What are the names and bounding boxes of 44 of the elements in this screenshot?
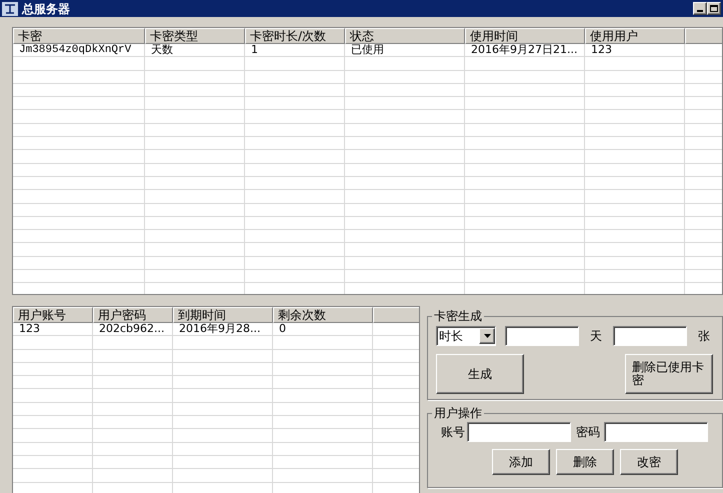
- user-action-button[interactable]: 删除: [556, 449, 614, 475]
- column-header[interactable]: 剩余次数: [273, 307, 373, 323]
- days-label: 天: [590, 328, 602, 345]
- duration-field[interactable]: [505, 326, 579, 346]
- window-title: 总服务器: [22, 2, 70, 16]
- password-field[interactable]: [604, 422, 708, 442]
- column-header[interactable]: 卡密: [13, 28, 145, 44]
- table-cell: 123: [13, 323, 93, 336]
- column-header[interactable]: 状态: [345, 28, 465, 44]
- column-header[interactable]: 卡密时长/次数: [245, 28, 345, 44]
- table-cell: 2016年9月28...: [173, 323, 273, 336]
- table-cell: 123: [585, 44, 685, 58]
- table-cell: 天数: [145, 44, 245, 58]
- table-cell: 1: [245, 44, 345, 58]
- minimize-button[interactable]: [693, 2, 707, 15]
- type-dropdown[interactable]: 时长: [436, 326, 496, 346]
- table-cell: 202cb962...: [93, 323, 173, 336]
- maximize-button[interactable]: [707, 2, 721, 15]
- column-header[interactable]: 用户账号: [13, 307, 93, 323]
- table-cell: 0: [273, 323, 373, 336]
- delete-used-cards-button[interactable]: 删除已使用卡密: [625, 354, 713, 394]
- account-field[interactable]: [467, 422, 571, 442]
- maximize-icon: [710, 5, 718, 12]
- table-cell: 已使用: [345, 44, 465, 58]
- minimize-icon: [697, 10, 703, 12]
- column-header[interactable]: [685, 28, 722, 44]
- column-header[interactable]: 用户密码: [93, 307, 173, 323]
- column-header[interactable]: 卡密类型: [145, 28, 245, 44]
- table-cell: Jm38954z0qDkXnQrV: [13, 44, 145, 58]
- password-label: 密码: [576, 424, 600, 441]
- column-header[interactable]: 到期时间: [173, 307, 273, 323]
- count-field[interactable]: [613, 326, 687, 346]
- dropdown-arrow-icon: [484, 334, 490, 338]
- count-label: 张: [698, 328, 710, 345]
- user-action-button[interactable]: 改密: [620, 449, 678, 475]
- account-label: 账号: [441, 424, 465, 441]
- column-header[interactable]: 使用用户: [585, 28, 685, 44]
- column-header[interactable]: 使用时间: [465, 28, 585, 44]
- group-title: 用户操作: [433, 405, 483, 422]
- group-title: 卡密生成: [433, 308, 483, 325]
- column-header[interactable]: [373, 307, 419, 323]
- user-action-button[interactable]: 添加: [492, 449, 550, 475]
- table-cell: 2016年9月27日21...: [465, 44, 585, 58]
- generate-button[interactable]: 生成: [436, 354, 524, 394]
